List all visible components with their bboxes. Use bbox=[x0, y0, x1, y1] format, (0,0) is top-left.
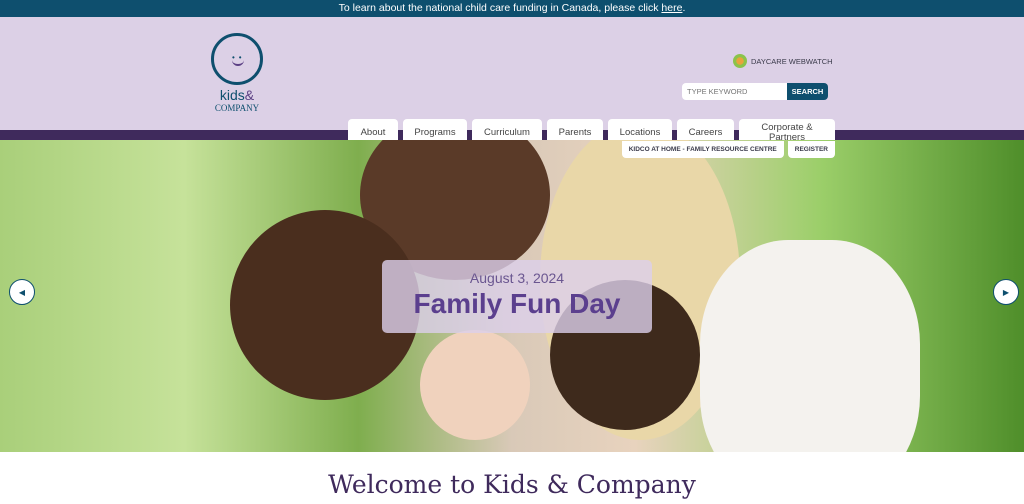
search-button[interactable]: SEARCH bbox=[787, 83, 828, 100]
logo-text-kids: kids bbox=[219, 87, 245, 103]
welcome-heading: Welcome to Kids & Company bbox=[328, 470, 696, 499]
flower-icon bbox=[733, 54, 747, 68]
kidco-at-home-link[interactable]: KIDCO AT HOME - FAMILY RESOURCE CENTRE bbox=[621, 141, 784, 158]
announcement-suffix: . bbox=[682, 2, 686, 14]
hero-caption[interactable]: August 3, 2024 Family Fun Day bbox=[382, 260, 652, 333]
site-header: •• kids& COMPANY DAYCARE WEBWATCH SEARCH… bbox=[0, 17, 1024, 147]
webwatch-label: DAYCARE WEBWATCH bbox=[751, 56, 833, 66]
daycare-webwatch-link[interactable]: DAYCARE WEBWATCH bbox=[733, 54, 833, 68]
logo-text-company: COMPANY bbox=[214, 103, 260, 113]
logo-ampersand: & bbox=[244, 87, 255, 103]
smiley-logo-icon: •• bbox=[211, 33, 263, 85]
search-input[interactable] bbox=[682, 83, 787, 100]
event-title: Family Fun Day bbox=[413, 288, 621, 319]
hero-photo-shape bbox=[700, 240, 920, 452]
hero-carousel: August 3, 2024 Family Fun Day ◀ ▶ bbox=[0, 140, 1024, 452]
register-link[interactable]: REGISTER bbox=[787, 141, 835, 158]
search-form: SEARCH bbox=[682, 83, 828, 100]
announcement-bar: To learn about the national child care f… bbox=[0, 0, 1024, 17]
announcement-text: To learn about the national child care f… bbox=[338, 2, 662, 14]
carousel-prev-arrow-icon[interactable]: ◀ bbox=[9, 279, 35, 305]
secondary-nav: KIDCO AT HOME - FAMILY RESOURCE CENTRE R… bbox=[621, 141, 835, 158]
announcement-link[interactable]: here bbox=[661, 2, 682, 14]
carousel-next-arrow-icon[interactable]: ▶ bbox=[993, 279, 1019, 305]
event-date: August 3, 2024 bbox=[469, 270, 565, 286]
hero-photo-shape bbox=[420, 330, 530, 440]
kids-company-logo[interactable]: •• kids& COMPANY bbox=[207, 33, 267, 113]
